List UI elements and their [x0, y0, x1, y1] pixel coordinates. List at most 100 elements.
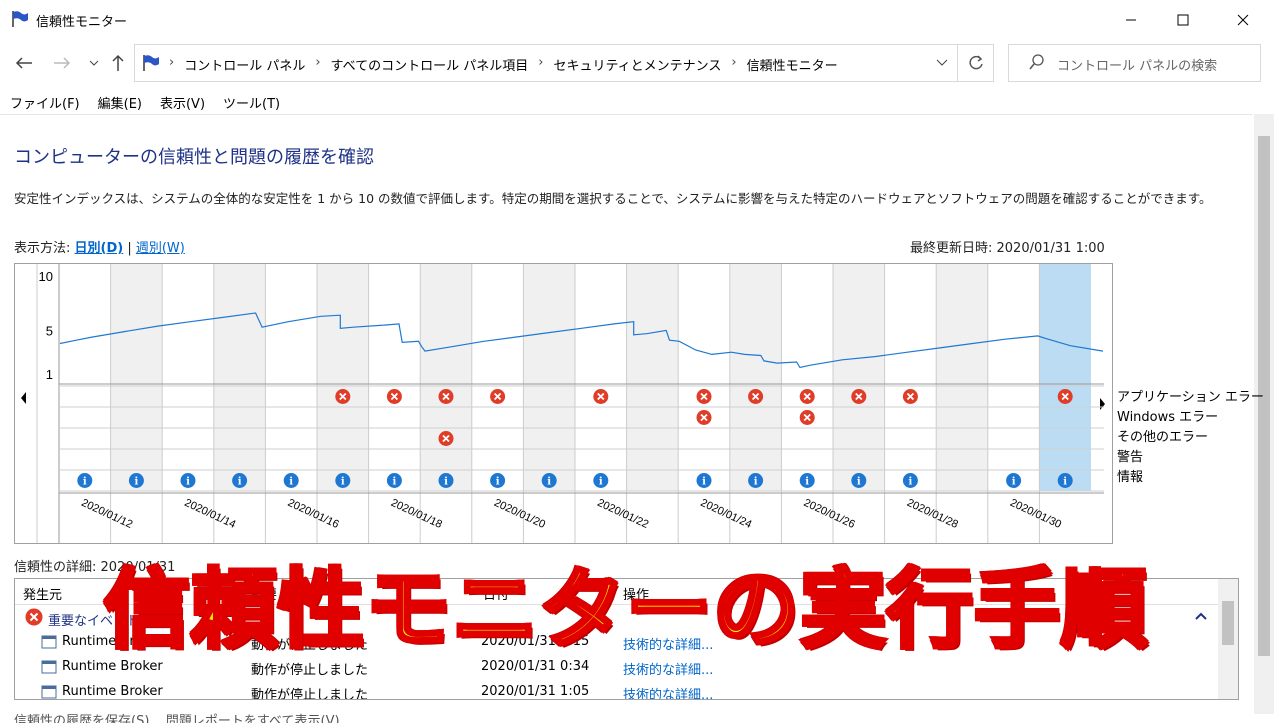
menu-view[interactable]: 表示(V) [160, 90, 205, 114]
back-button[interactable] [12, 52, 36, 74]
reliability-flag-icon [12, 11, 28, 27]
info-glyph: i [444, 477, 448, 488]
column-source[interactable]: 発生元 [23, 584, 62, 603]
x-tick-label: 2020/01/26 [802, 497, 857, 531]
search-icon [1029, 54, 1044, 70]
refresh-icon [968, 55, 983, 70]
collapse-icon[interactable] [1195, 610, 1207, 625]
overlay-banner: 信頼性モニターの実行手順 [66, 536, 1186, 666]
chart-legend: アプリケーション エラー Windows エラー その他のエラー 警告 情報 [1117, 388, 1264, 488]
reliability-chart[interactable]: 10 5 1 i i i i i i i i i i i i i i i i i i 2020/01/12 2020/01/… [14, 263, 1113, 544]
breadcrumb-separator[interactable]: › [538, 55, 543, 74]
x-tick-label: 2020/01/14 [183, 497, 238, 531]
day-column [420, 264, 472, 491]
breadcrumb-all-items[interactable]: すべてのコントロール パネル項目 [331, 55, 529, 74]
day-column [59, 264, 111, 491]
footer-links[interactable]: 信頼性の履歴を保存(S)... 問題レポートをすべて表示(V) [14, 710, 340, 723]
window-title: 信頼性モニター [36, 15, 128, 30]
chevron-down-icon [89, 60, 99, 66]
info-glyph: i [547, 477, 551, 488]
info-glyph: i [1063, 477, 1067, 488]
info-glyph: i [134, 477, 138, 488]
menu-tools[interactable]: ツール(T) [223, 90, 280, 114]
address-history-button[interactable] [927, 45, 957, 81]
menu-file[interactable]: ファイル(F) [10, 90, 80, 114]
technical-details-link[interactable]: 技術的な詳細... [623, 684, 713, 699]
app-window-icon [41, 684, 57, 699]
view-separator: | [123, 241, 136, 256]
table-scrollbar[interactable] [1218, 579, 1238, 699]
info-glyph: i [289, 477, 293, 488]
chevron-down-icon [936, 59, 948, 66]
maximize-button[interactable] [1160, 0, 1206, 40]
info-glyph: i [238, 477, 242, 488]
up-button[interactable] [106, 52, 130, 74]
search-input[interactable]: コントロール パネルの検索 [1008, 44, 1261, 82]
day-column [523, 264, 575, 491]
day-column [575, 264, 627, 491]
day-column [110, 264, 163, 491]
breadcrumb: › コントロール パネル › すべてのコントロール パネル項目 › セキュリティ… [167, 55, 846, 74]
recent-locations-button[interactable] [82, 52, 106, 74]
navigation-bar: › コントロール パネル › すべてのコントロール パネル項目 › セキュリティ… [0, 40, 1274, 86]
info-glyph: i [702, 477, 706, 488]
minimize-button[interactable] [1108, 0, 1154, 40]
info-glyph: i [599, 477, 603, 488]
back-arrow-icon [15, 57, 32, 69]
view-weekly-link[interactable]: 週別(W) [136, 241, 185, 256]
day-column [987, 264, 1040, 491]
refresh-button[interactable] [957, 45, 993, 81]
x-tick-label: 2020/01/20 [492, 497, 547, 531]
address-bar[interactable]: › コントロール パネル › すべてのコントロール パネル項目 › セキュリティ… [134, 44, 994, 82]
info-glyph: i [908, 477, 912, 488]
page-title: コンピューターの信頼性と問題の履歴を確認 [14, 147, 374, 168]
info-glyph: i [341, 477, 345, 488]
table-row[interactable]: Runtime Broker 動作が停止しました 2020/01/31 1:05… [15, 681, 1219, 699]
title-bar: 信頼性モニター [0, 0, 1274, 40]
legend-windows-errors: Windows エラー [1117, 410, 1219, 425]
view-daily-link[interactable]: 日別(D) [75, 241, 124, 256]
close-button[interactable] [1220, 0, 1266, 40]
info-glyph: i [857, 477, 861, 488]
view-by-label: 表示方法: [14, 241, 75, 256]
forward-button[interactable] [50, 52, 74, 74]
row-source: Runtime Broker [62, 684, 163, 699]
day-column [213, 264, 266, 491]
x-tick-label: 2020/01/30 [1008, 497, 1063, 531]
reliability-flag-icon [143, 55, 159, 71]
breadcrumb-reliability-monitor[interactable]: 信頼性モニター [747, 55, 838, 74]
day-column [833, 264, 885, 491]
info-glyph: i [1012, 477, 1016, 488]
day-column [1039, 264, 1091, 491]
error-icon [25, 608, 43, 630]
maximize-icon [1177, 14, 1189, 26]
menu-bar: ファイル(F) 編集(E) 表示(V) ツール(T) [0, 90, 1274, 114]
legend-warnings: 警告 [1117, 450, 1144, 465]
legend-info: 情報 [1117, 470, 1144, 485]
row-date: 2020/01/31 1:05 [481, 684, 590, 699]
x-tick-label: 2020/01/24 [699, 497, 754, 531]
legend-other-errors: その他のエラー [1117, 430, 1209, 445]
breadcrumb-separator: › [169, 55, 175, 70]
table-scrollbar-thumb[interactable] [1222, 601, 1234, 645]
last-updated: 最終更新日時: 2020/01/31 1:00 [910, 241, 1105, 256]
forward-arrow-icon [54, 57, 71, 69]
day-column [678, 264, 730, 491]
y-tick-label: 1 [46, 367, 53, 382]
breadcrumb-separator[interactable]: › [731, 55, 736, 74]
y-tick-label: 10 [39, 269, 53, 284]
x-tick-label: 2020/01/22 [595, 497, 650, 531]
info-glyph: i [186, 477, 190, 488]
day-column [781, 264, 833, 491]
close-icon [1237, 14, 1249, 26]
breadcrumb-security-maintenance[interactable]: セキュリティとメンテナンス [553, 55, 721, 74]
day-column [265, 264, 317, 491]
up-arrow-icon [112, 54, 124, 71]
row-summary: 動作が停止しました [251, 688, 369, 699]
day-column [368, 264, 421, 491]
menu-edit[interactable]: 編集(E) [98, 90, 142, 114]
breadcrumb-separator[interactable]: › [315, 55, 320, 74]
breadcrumb-control-panel[interactable]: コントロール パネル [184, 55, 305, 74]
view-by: 表示方法: 日別(D) | 週別(W) [14, 237, 185, 256]
day-column [729, 264, 782, 491]
